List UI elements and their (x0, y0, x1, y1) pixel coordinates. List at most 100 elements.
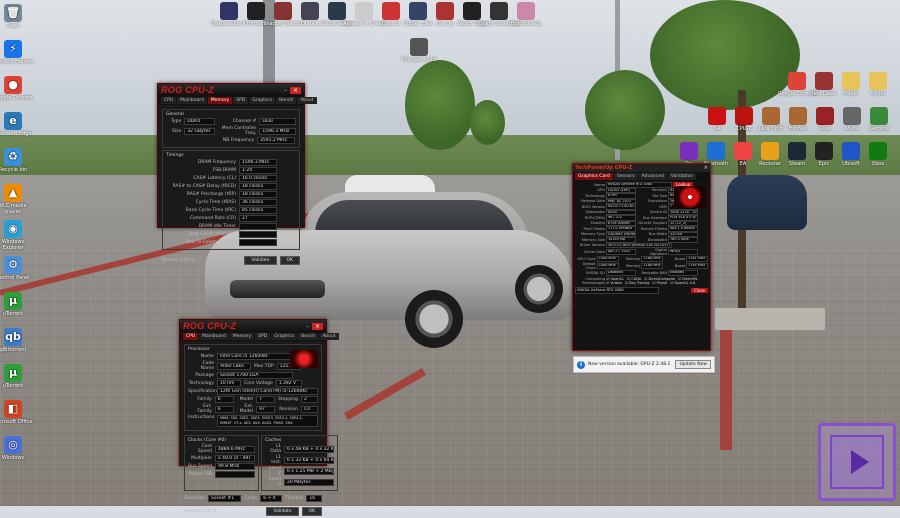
socket-select[interactable]: Socket #1 (207, 495, 242, 502)
stepping-value: 2 (301, 396, 318, 403)
l1-inst-label: L1 Inst. (271, 455, 281, 465)
desktop-shortcut-icon: ⚡ (4, 40, 22, 58)
timing-value (239, 231, 277, 238)
tab-validation[interactable]: Validation (667, 173, 697, 180)
l1-data-label: L1 Data (270, 444, 281, 454)
tab-sensors[interactable]: Sensors (613, 173, 638, 180)
family-value: 6 (214, 396, 234, 403)
desktop-shortcut[interactable]: ▲ VLC media player (0, 184, 34, 215)
play-icon (850, 450, 869, 474)
gpu-field-label: Memory Type (580, 232, 605, 237)
minimize-icon[interactable]: – (306, 323, 309, 330)
multiplier-value: x 49.0 (4 - 49) (215, 455, 255, 462)
gpu-select[interactable]: NVIDIA GeForce RTX 3080 (575, 287, 659, 295)
play-button[interactable] (818, 423, 896, 501)
tab-bench[interactable]: Bench (298, 333, 319, 340)
tree (470, 100, 505, 145)
specification-value: 12th Gen Intel(R) Core(TM) i5-12600KF (217, 388, 318, 395)
background-car (727, 175, 807, 230)
desktop-shortcut[interactable]: 🗑 Trash (0, 4, 34, 29)
desktop-shortcut-icon: qb (4, 328, 22, 346)
minimize-icon[interactable]: – (284, 87, 287, 94)
tab-bar: Graphics Card Sensors Advanced Validation (573, 172, 710, 181)
desktop-shortcut-icon (869, 142, 887, 160)
tab-about[interactable]: About (297, 97, 317, 104)
desktop-shortcut-icon (869, 72, 887, 90)
tab-graphics[interactable]: Graphics (271, 333, 298, 340)
icon-label: Google Chrome (0, 95, 33, 101)
desktop-shortcut[interactable]: The Last of Us (398, 38, 440, 63)
tab-mainboard[interactable]: Mainboard (199, 333, 229, 340)
close-icon[interactable]: × (704, 165, 708, 171)
tab-spd[interactable]: SPD (255, 333, 271, 340)
ok-button[interactable]: OK (279, 256, 300, 265)
cpuz-cpu-window[interactable]: ROG CPU-Z – × CPU Mainboard Memory SPD Graphi… (179, 319, 339, 516)
ok-button[interactable]: OK (301, 507, 322, 516)
feature-checkbox: ☑ OpenGL 4.6 (670, 281, 696, 286)
tab-mainboard[interactable]: Mainboard (177, 97, 207, 104)
timings-group: Timings DRAM Frequency 1596.3 MHz FSB:DRAM… (162, 150, 300, 250)
tab-cpu[interactable]: CPU (161, 97, 177, 104)
cpuz-memory-window[interactable]: ROG CPU-Z – × CPU Mainboard Memory SPD Graphi… (157, 83, 317, 265)
tab-about[interactable]: About (319, 333, 339, 340)
desktop-shortcut[interactable]: Folder (857, 72, 899, 97)
desktop-shortcut[interactable]: ◉ Windows Explorer (0, 220, 34, 251)
desktop-shortcut[interactable]: ●Google Chrome (0, 76, 34, 101)
title-bar[interactable]: ROG CPU-Z – × (180, 320, 326, 332)
processor-group: Processor Name Intel Core i5 12600KF Code… (184, 344, 322, 431)
title-bar[interactable]: TechPowerUp GPU-Z × (573, 164, 710, 172)
timing-value: 18 clocks (239, 191, 277, 198)
tab-cpu[interactable]: CPU (183, 333, 199, 340)
desktop-shortcut[interactable]: µ uTorrent (0, 292, 34, 317)
desktop-shortcut[interactable]: eMicrosoft Edge (0, 112, 34, 137)
gpuz-window[interactable]: TechPowerUp GPU-Z × Graphics Card Sensors… (572, 163, 711, 351)
desktop-shortcut[interactable]: Geforce (858, 107, 900, 132)
desktop-shortcut[interactable]: ◎ Windows (0, 436, 34, 461)
nb-frequency-label: NB Frequency (222, 138, 254, 143)
desktop-shortcut[interactable]: ◧Microsoft Office (0, 400, 34, 425)
close-icon[interactable]: × (289, 86, 301, 94)
desktop-shortcut[interactable]: ⚡Sherlock Holmes (0, 40, 34, 65)
tab-graphics[interactable]: Graphics (249, 97, 276, 104)
gpu-field-label: Revision (651, 188, 667, 193)
update-now-button[interactable]: Update Now (675, 360, 711, 369)
desktop-shortcut[interactable]: qb qBittorrent (0, 328, 34, 353)
desktop-shortcut-icon: ● (4, 76, 22, 94)
threads-label: Threads (285, 496, 304, 501)
ext-family-label: Ext. Family (197, 404, 212, 414)
gpu-field-value: 760.3 GB/s (668, 237, 698, 243)
validate-button[interactable]: Validate (244, 256, 277, 265)
desktop-shortcut-icon: ▲ (4, 184, 22, 202)
revision-value: C0 (301, 405, 318, 413)
title-bar[interactable]: ROG CPU-Z – × (158, 84, 304, 96)
name-label: Name (200, 354, 214, 359)
feature-checkbox: ☑ Ray Tracing (624, 281, 650, 286)
memctrl-label: Mem Controller Freq. (221, 126, 257, 136)
update-text: New version available: GPU-Z 2.48.1 (588, 362, 671, 367)
gpu-field-label: Transistors (647, 199, 667, 204)
tab-advanced[interactable]: Advanced (638, 173, 667, 180)
package-value: Socket 1700 LGA (217, 372, 293, 379)
instructions-label: Instructions (188, 415, 215, 420)
tab-memory[interactable]: Memory (207, 97, 233, 104)
l3-value: 20 MBytes (284, 478, 334, 486)
gpu-field-label: Resizable BAR (641, 270, 667, 275)
gpu-field-label: Device ID (649, 210, 667, 215)
tab-spd[interactable]: SPD (233, 97, 249, 104)
close-icon[interactable]: × (311, 322, 323, 330)
desktop-shortcut[interactable]: µ uTorrent (0, 364, 34, 389)
tab-graphics-card[interactable]: Graphics Card (575, 173, 613, 180)
tab-memory[interactable]: Memory (229, 333, 255, 340)
close-button[interactable]: Close (691, 288, 708, 294)
desktop-shortcut[interactable]: Borderlands (505, 2, 547, 27)
gpu-field-label: Technology (584, 193, 605, 198)
desktop-shortcut[interactable]: ⚙Control Panel (0, 256, 34, 281)
desktop-shortcut-icon: µ (4, 364, 22, 382)
validate-button[interactable]: Validate (266, 507, 299, 516)
desktop-shortcut[interactable]: Xbox (857, 142, 899, 167)
desktop-shortcut[interactable]: ♻ Recycle bin (0, 148, 34, 173)
gpu-field-label: Shaders (590, 221, 605, 226)
rog-logo-icon (674, 186, 706, 208)
tab-bench[interactable]: Bench (276, 97, 297, 104)
feature-checkbox: ☑ PhysX (652, 281, 668, 286)
